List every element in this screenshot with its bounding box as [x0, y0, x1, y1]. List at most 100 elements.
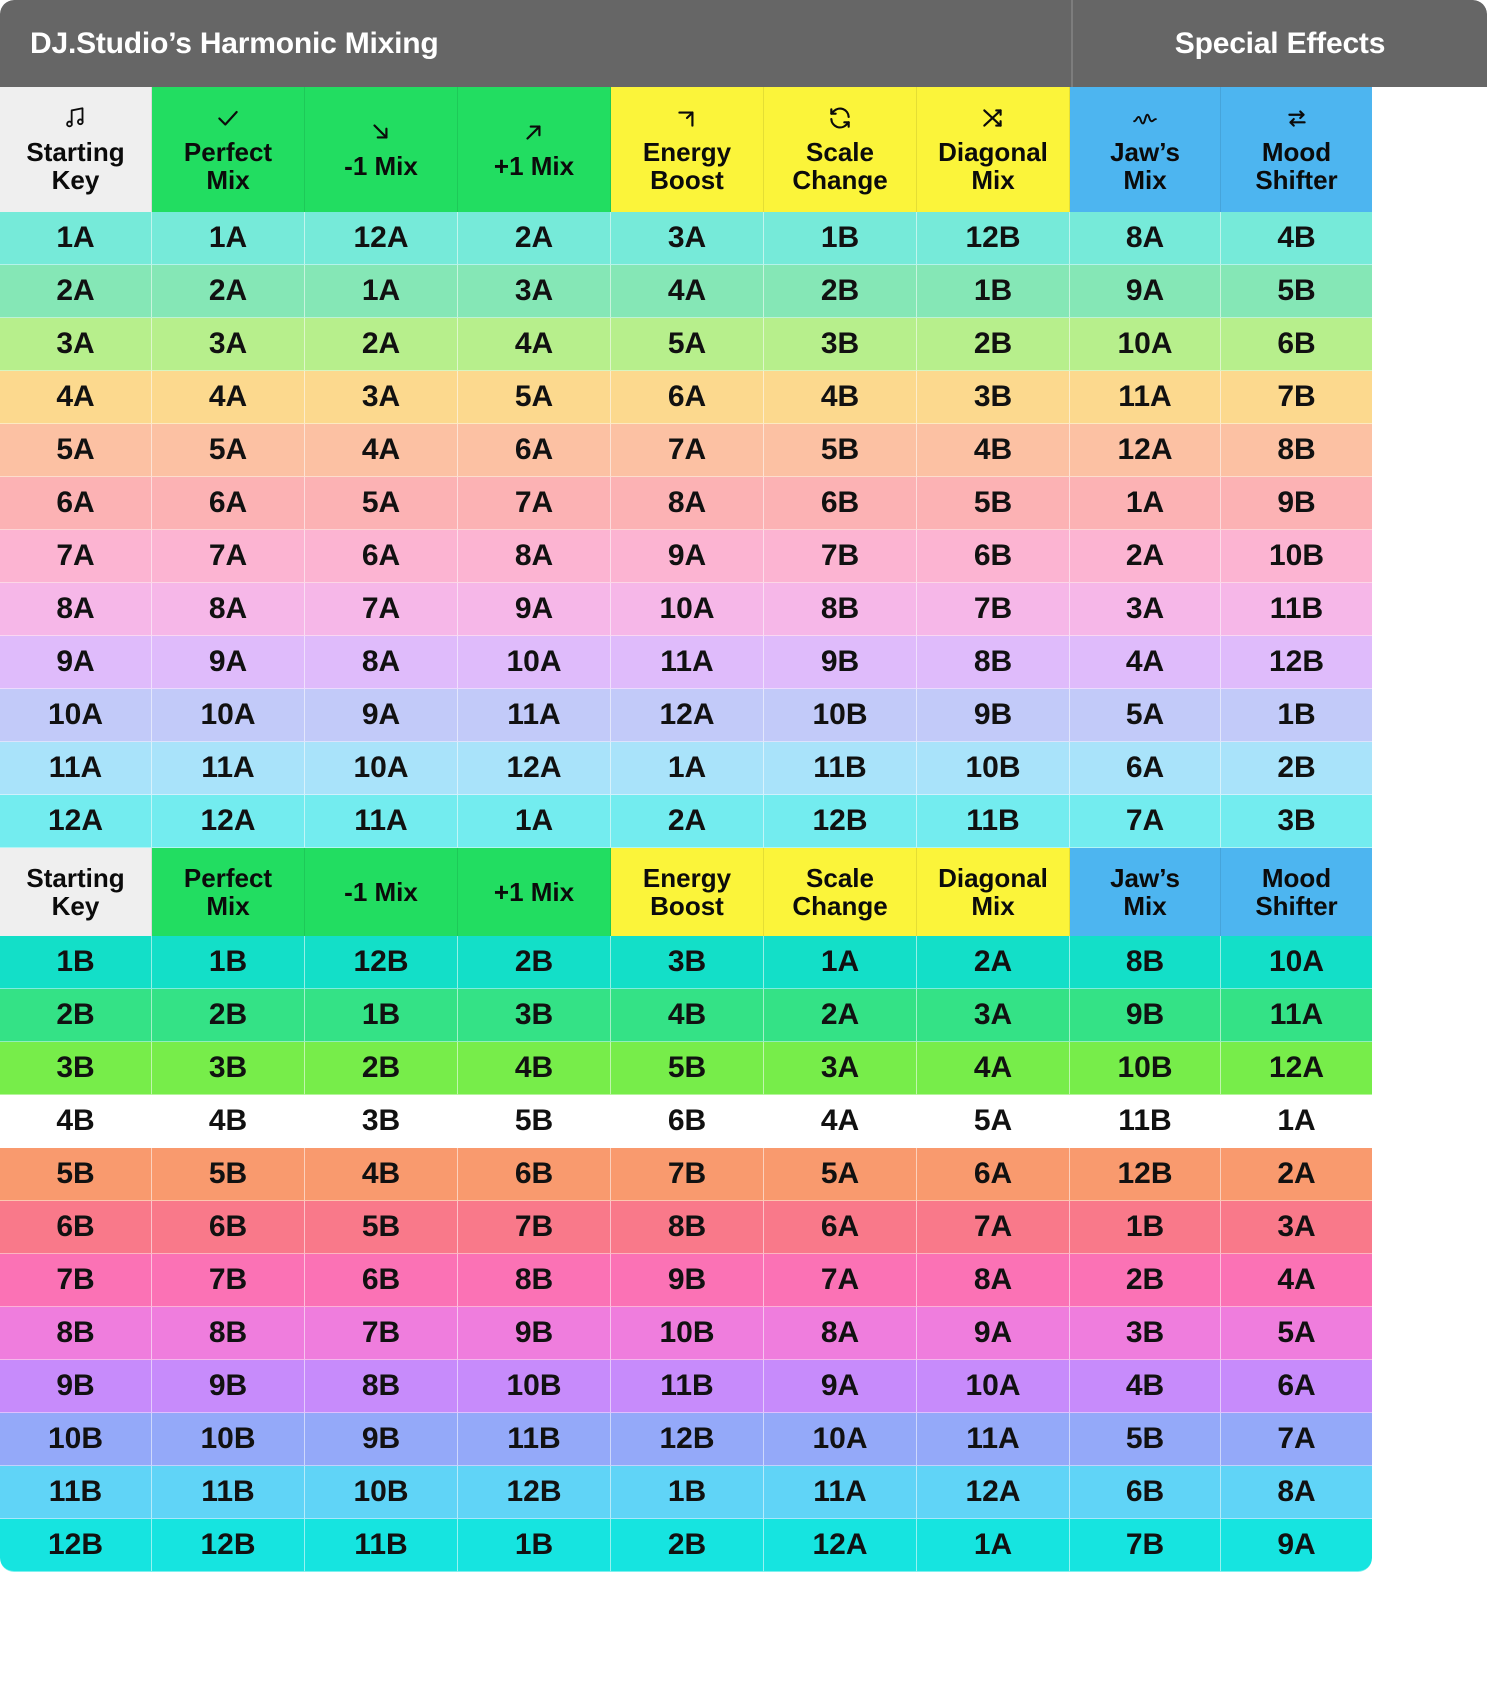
table-cell: 7A	[305, 583, 458, 636]
table-cell: 12B	[611, 1413, 764, 1466]
column-header-starting-key[interactable]: Starting Key	[0, 848, 152, 936]
table-cell: 1A	[1221, 1095, 1372, 1148]
table-cell: 3A	[764, 1042, 917, 1095]
table-row[interactable]: 11A 11A 10A 12A 1A 11B 10B 6A 2B	[0, 742, 1487, 795]
table-cell: 10A	[152, 689, 305, 742]
row-key-cell: 7A	[0, 530, 152, 583]
table-cell: 1A	[611, 742, 764, 795]
column-header-row: Starting Key Perfect Mix -1 Mix +1 Mix Energ…	[0, 87, 1487, 212]
column-header-starting-key[interactable]: Starting Key	[0, 87, 152, 212]
table-cell: 6A	[152, 477, 305, 530]
column-header-energy-boost[interactable]: Energy Boost	[611, 848, 764, 936]
column-header--1-mix[interactable]: -1 Mix	[305, 848, 458, 936]
column-header-label: Jaw’s Mix	[1110, 136, 1180, 195]
column-header-1-mix[interactable]: +1 Mix	[458, 87, 611, 212]
column-header-perfect-mix[interactable]: Perfect Mix	[152, 87, 305, 212]
table-cell: 8B	[917, 636, 1070, 689]
table-cell: 11B	[152, 1466, 305, 1519]
table-cell: 7A	[1070, 795, 1221, 848]
column-header-1-mix[interactable]: +1 Mix	[458, 848, 611, 936]
column-header-mood-shifter[interactable]: Mood Shifter	[1221, 87, 1372, 212]
table-cell: 3B	[917, 371, 1070, 424]
table-cell: 3B	[152, 1042, 305, 1095]
table-cell: 6A	[611, 371, 764, 424]
column-header-scale-change[interactable]: Scale Change	[764, 848, 917, 936]
column-header-diagonal-mix[interactable]: Diagonal Mix	[917, 87, 1070, 212]
table-cell: 10B	[1221, 530, 1372, 583]
row-key-cell: 12B	[0, 1519, 152, 1572]
table-row[interactable]: 6A 6A 5A 7A 8A 6B 5B 1A 9B	[0, 477, 1487, 530]
table-row[interactable]: 6B 6B 5B 7B 8B 6A 7A 1B 3A	[0, 1201, 1487, 1254]
check-icon	[213, 105, 243, 133]
table-row[interactable]: 8A 8A 7A 9A 10A 8B 7B 3A 11B	[0, 583, 1487, 636]
table-row[interactable]: 10A 10A 9A 11A 12A 10B 9B 5A 1B	[0, 689, 1487, 742]
chart-title: DJ.Studio’s Harmonic Mixing	[30, 26, 439, 60]
table-cell: 10A	[305, 742, 458, 795]
column-header-jaws-mix[interactable]: Jaw’s Mix	[1070, 848, 1221, 936]
column-header-jaws-mix[interactable]: Jaw’s Mix	[1070, 87, 1221, 212]
table-row[interactable]: 4A 4A 3A 5A 6A 4B 3B 11A 7B	[0, 371, 1487, 424]
table-cell: 8B	[458, 1254, 611, 1307]
column-header--1-mix[interactable]: -1 Mix	[305, 87, 458, 212]
table-row[interactable]: 4B 4B 3B 5B 6B 4A 5A 11B 1A	[0, 1095, 1487, 1148]
row-key-cell: 10A	[0, 689, 152, 742]
table-cell: 4B	[305, 1148, 458, 1201]
column-header-perfect-mix[interactable]: Perfect Mix	[152, 848, 305, 936]
table-cell: 1A	[764, 936, 917, 989]
table-cell: 1A	[458, 795, 611, 848]
table-cell: 6A	[1070, 742, 1221, 795]
table-cell: 9A	[152, 636, 305, 689]
table-cell: 1A	[305, 265, 458, 318]
table-cell: 2B	[917, 318, 1070, 371]
table-row[interactable]: 11B 11B 10B 12B 1B 11A 12A 6B 8A	[0, 1466, 1487, 1519]
table-cell: 2B	[611, 1519, 764, 1572]
table-cell: 1A	[1070, 477, 1221, 530]
table-row[interactable]: 1B 1B 12B 2B 3B 1A 2A 8B 10A	[0, 936, 1487, 989]
column-header-energy-boost[interactable]: Energy Boost	[611, 87, 764, 212]
table-row[interactable]: 10B 10B 9B 11B 12B 10A 11A 5B 7A	[0, 1413, 1487, 1466]
table-row[interactable]: 9A 9A 8A 10A 11A 9B 8B 4A 12B	[0, 636, 1487, 689]
column-header-scale-change[interactable]: Scale Change	[764, 87, 917, 212]
table-cell: 2A	[1070, 530, 1221, 583]
table-cell: 6B	[764, 477, 917, 530]
table-row[interactable]: 9B 9B 8B 10B 11B 9A 10A 4B 6A	[0, 1360, 1487, 1413]
table-row[interactable]: 3B 3B 2B 4B 5B 3A 4A 10B 12A	[0, 1042, 1487, 1095]
table-row[interactable]: 2B 2B 1B 3B 4B 2A 3A 9B 11A	[0, 989, 1487, 1042]
row-key-cell: 3B	[0, 1042, 152, 1095]
table-row[interactable]: 7B 7B 6B 8B 9B 7A 8A 2B 4A	[0, 1254, 1487, 1307]
table-cell: 9B	[458, 1307, 611, 1360]
table-row[interactable]: 7A 7A 6A 8A 9A 7B 6B 2A 10B	[0, 530, 1487, 583]
table-cell: 5B	[458, 1095, 611, 1148]
table-cell: 8A	[1221, 1466, 1372, 1519]
column-header-label: Mood Shifter	[1255, 862, 1338, 921]
table-cell: 3B	[764, 318, 917, 371]
table-row[interactable]: 5A 5A 4A 6A 7A 5B 4B 12A 8B	[0, 424, 1487, 477]
column-header-mood-shifter[interactable]: Mood Shifter	[1221, 848, 1372, 936]
column-header-diagonal-mix[interactable]: Diagonal Mix	[917, 848, 1070, 936]
table-row[interactable]: 3A 3A 2A 4A 5A 3B 2B 10A 6B	[0, 318, 1487, 371]
corner-up-right-icon	[672, 105, 702, 133]
row-key-cell: 5A	[0, 424, 152, 477]
table-cell: 1B	[611, 1466, 764, 1519]
table-cell: 12A	[305, 212, 458, 265]
wave-icon	[1130, 105, 1160, 133]
table-cell: 3A	[611, 212, 764, 265]
table-cell: 10A	[1221, 936, 1372, 989]
table-cell: 7B	[764, 530, 917, 583]
table-cell: 5A	[458, 371, 611, 424]
table-row[interactable]: 1A 1A 12A 2A 3A 1B 12B 8A 4B	[0, 212, 1487, 265]
table-cell: 10B	[458, 1360, 611, 1413]
table-row[interactable]: 12A 12A 11A 1A 2A 12B 11B 7A 3B	[0, 795, 1487, 848]
table-row[interactable]: 8B 8B 7B 9B 10B 8A 9A 3B 5A	[0, 1307, 1487, 1360]
row-key-cell: 1A	[0, 212, 152, 265]
table-row[interactable]: 2A 2A 1A 3A 4A 2B 1B 9A 5B	[0, 265, 1487, 318]
table-cell: 1A	[152, 212, 305, 265]
table-row[interactable]: 5B 5B 4B 6B 7B 5A 6A 12B 2A	[0, 1148, 1487, 1201]
row-key-cell: 11A	[0, 742, 152, 795]
column-header-label: +1 Mix	[493, 150, 575, 181]
table-cell: 11B	[458, 1413, 611, 1466]
table-cell: 4B	[764, 371, 917, 424]
table-row[interactable]: 12B 12B 11B 1B 2B 12A 1A 7B 9A	[0, 1519, 1487, 1572]
row-key-cell: 4A	[0, 371, 152, 424]
table-cell: 7A	[917, 1201, 1070, 1254]
